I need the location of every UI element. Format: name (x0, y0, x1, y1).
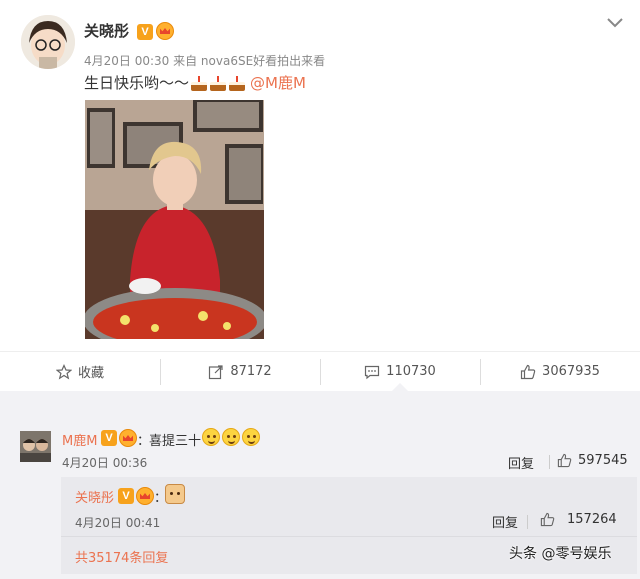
post-action-bar: 收藏 87172 110730 3067935 (0, 351, 640, 391)
repost-count: 87172 (230, 364, 272, 379)
vip-crown-icon (136, 487, 154, 505)
more-replies-link[interactable]: 共35174条回复 (75, 547, 168, 566)
sub-reply-time: 4月20日 00:41 (75, 516, 161, 530)
sub-reply-like-button[interactable]: 157264 (540, 512, 617, 527)
post-text: 生日快乐哟～～ (84, 74, 190, 92)
verified-badge-icon: V (118, 488, 134, 504)
post-photo[interactable] (85, 100, 264, 339)
mention-link[interactable]: @M鹿M (250, 72, 306, 93)
vip-crown-icon (156, 22, 174, 40)
cake-emoji-icon (190, 74, 208, 92)
thumbs-up-icon (557, 453, 572, 468)
repost-icon (209, 364, 223, 379)
verified-badge-icon: V (101, 430, 117, 446)
watermark: 头条 @零号娱乐 (509, 546, 612, 562)
sub-reply-author[interactable]: 关晓彤 (75, 487, 114, 506)
comment-panel-caret (392, 383, 408, 391)
cake-emoji-icon (209, 74, 227, 92)
comments-panel: M鹿M V ： 喜提三十 4月20日 00:36 回复 597545 关晓彤 V… (0, 383, 640, 579)
favorite-label: 收藏 (77, 366, 104, 381)
comment-count: 110730 (386, 364, 436, 379)
vip-crown-icon (119, 429, 137, 447)
author-avatar[interactable] (21, 15, 75, 69)
chevron-down-icon[interactable] (606, 16, 624, 30)
verified-badge-icon: V (137, 24, 153, 40)
cake-emoji-icon (228, 74, 246, 92)
action-separator (527, 515, 528, 529)
repost-button[interactable]: 87172 (160, 352, 320, 391)
comment-time: 4月20日 00:36 (62, 456, 148, 470)
commenter-avatar[interactable] (20, 431, 51, 462)
laugh-emoji-icon (242, 428, 260, 446)
laugh-emoji-icon (222, 428, 240, 446)
comment-like-button[interactable]: 597545 (557, 453, 628, 468)
sub-reply-reply-button[interactable]: 回复 (492, 512, 518, 531)
cat-emoji-icon (165, 484, 185, 504)
comment-icon (365, 365, 380, 379)
favorite-button[interactable]: 收藏 (0, 352, 160, 391)
like-button[interactable]: 3067935 (480, 352, 640, 391)
thumbs-up-icon (540, 512, 555, 527)
thumbs-up-icon (520, 364, 536, 379)
comment-like-count: 597545 (578, 453, 628, 468)
laugh-emoji-icon (202, 428, 220, 446)
like-count: 3067935 (542, 364, 600, 379)
commenter-name[interactable]: M鹿M (62, 430, 97, 449)
post-content: 生日快乐哟～～ @M鹿M (84, 72, 306, 93)
post-meta: 4月20日 00:30 来自 nova6SE好看拍出来看 (84, 54, 326, 68)
post-author-name[interactable]: 关晓彤 (84, 20, 129, 41)
comment-reply-button[interactable]: 回复 (508, 453, 534, 472)
action-separator (549, 455, 550, 469)
star-icon (55, 363, 72, 380)
comment-text: 喜提三十 (149, 434, 202, 449)
sub-reply-divider (61, 536, 637, 537)
weibo-post: 关晓彤 V 4月20日 00:30 来自 nova6SE好看拍出来看 生日快乐哟… (0, 0, 640, 350)
sub-reply-like-count: 157264 (567, 512, 617, 527)
